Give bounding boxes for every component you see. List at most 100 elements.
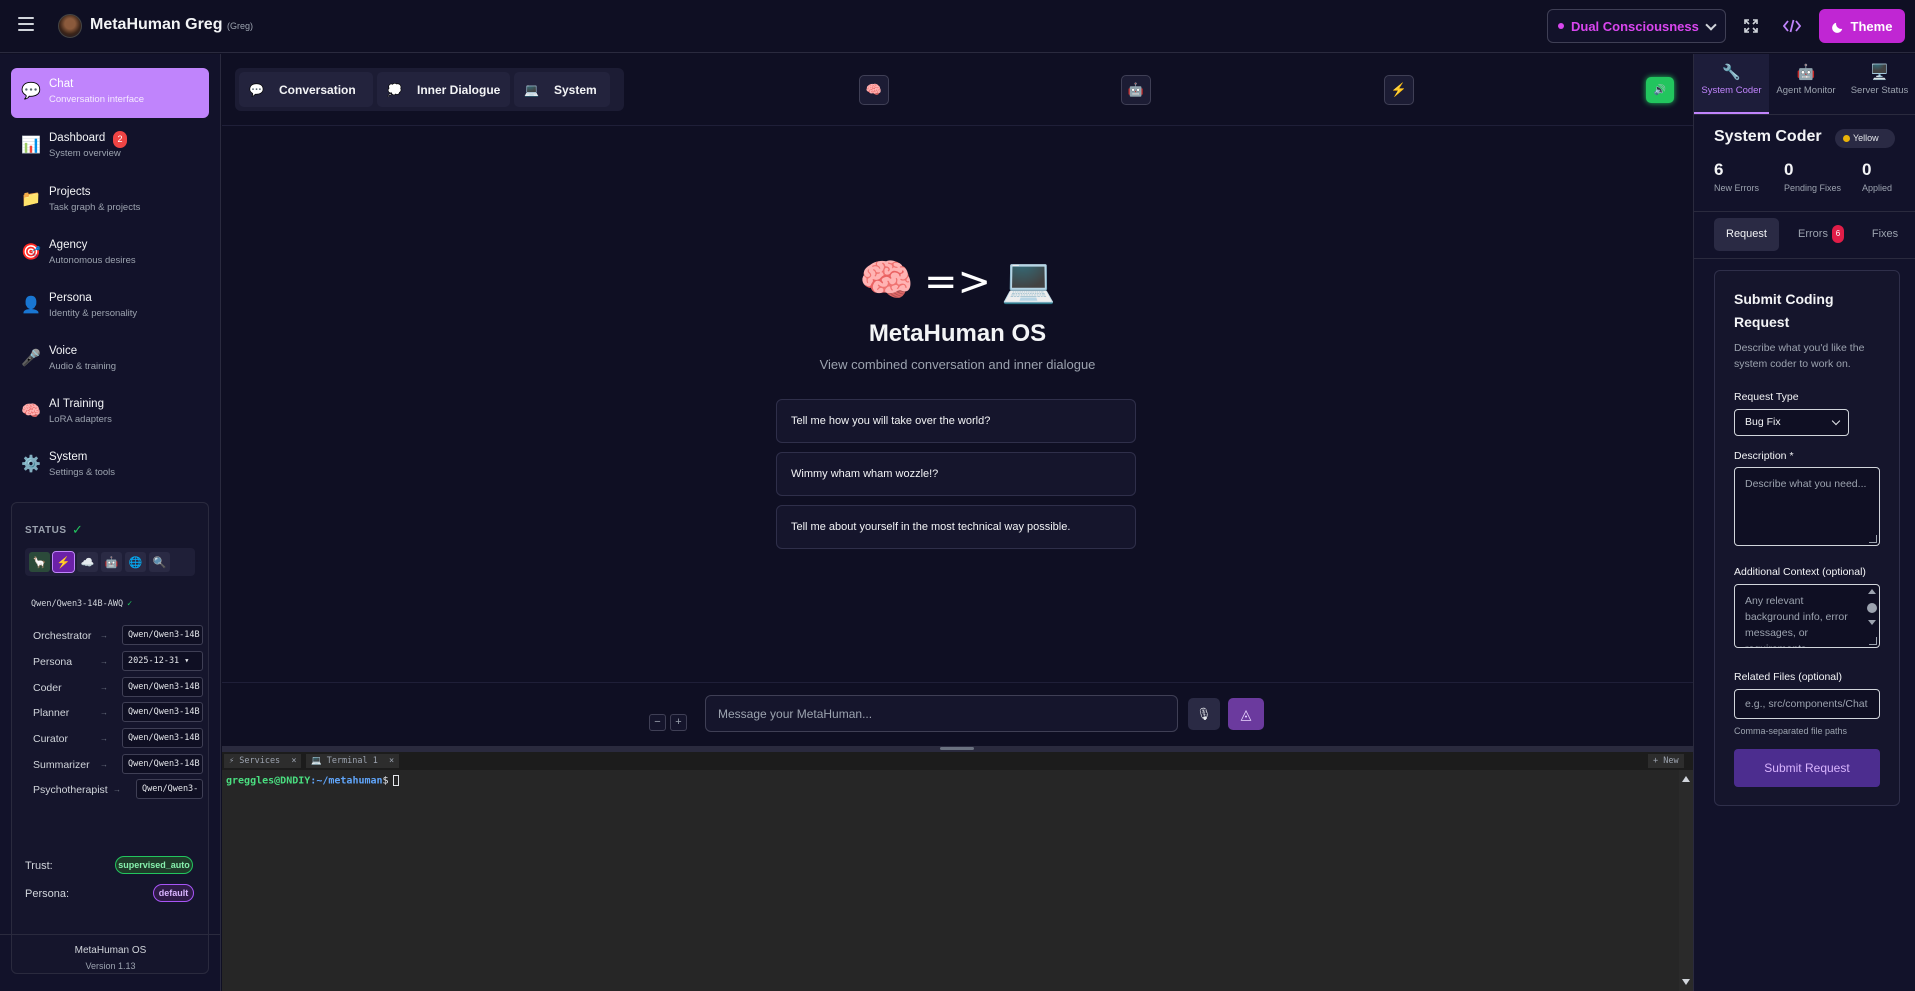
arrow-icon: →: [100, 760, 108, 769]
top-bar: MetaHuman Greg (Greg) Dual Consciousness…: [0, 0, 1915, 53]
scroll-up-icon[interactable]: [1682, 776, 1690, 782]
right-panel: 🔧 System Coder 🤖 Agent Monitor 🖥️ Server…: [1693, 54, 1915, 991]
fullscreen-icon[interactable]: [1739, 14, 1763, 38]
new-terminal-button[interactable]: + New: [1648, 754, 1684, 768]
sidebar-item-label: Projects: [49, 186, 91, 198]
resize-handle-icon[interactable]: [1869, 535, 1877, 543]
suggestion-button[interactable]: Tell me how you will take over the world…: [776, 399, 1136, 443]
suggestion-button[interactable]: Tell me about yourself in the most techn…: [776, 505, 1136, 549]
sidebar-item-projects[interactable]: 📁 Projects Task graph & projects: [11, 176, 209, 226]
sidebar-item-agency[interactable]: 🎯 Agency Autonomous desires: [11, 229, 209, 279]
sidebar-item-chat[interactable]: 💬 Chat Conversation interface: [11, 68, 209, 118]
scroll-thumb[interactable]: [1867, 603, 1877, 613]
terminal[interactable]: greggles@DNDIY:~/metahuman$: [222, 770, 1693, 991]
stat-applied: 0 Applied: [1862, 160, 1892, 193]
cloud-icon[interactable]: ☁️: [77, 552, 98, 572]
role-model-select[interactable]: Qwen/Qwen3-14B: [122, 677, 203, 697]
role-model-select[interactable]: Qwen/Qwen3-14B: [122, 728, 203, 748]
close-icon[interactable]: ×: [291, 756, 296, 766]
scroll-up-icon[interactable]: [1868, 589, 1876, 594]
robot-icon[interactable]: 🤖: [1121, 75, 1151, 105]
person-icon: 👤: [21, 297, 41, 314]
message-input[interactable]: [705, 695, 1178, 732]
sidebar-item-persona[interactable]: 👤 Persona Identity & personality: [11, 282, 209, 332]
terminal-path: :~/metahuman: [310, 775, 383, 787]
microphone-icon[interactable]: 🎙: [1188, 698, 1220, 730]
subtab-request[interactable]: Request: [1714, 218, 1779, 251]
files-input[interactable]: [1734, 689, 1880, 719]
context-scrollbar[interactable]: [1866, 587, 1877, 635]
form-title: Submit Coding Request: [1734, 291, 1834, 330]
lightning-icon[interactable]: ⚡: [1384, 75, 1414, 105]
scroll-down-icon[interactable]: [1682, 979, 1690, 985]
zoom-out-button[interactable]: −: [649, 714, 666, 731]
theme-button[interactable]: Theme: [1819, 9, 1905, 43]
divider: [1694, 114, 1915, 115]
code-icon[interactable]: [1780, 14, 1804, 38]
brain-icon[interactable]: 🧠: [859, 75, 889, 105]
llama-icon[interactable]: 🦙: [29, 552, 50, 572]
terminal-scrollbar[interactable]: [1679, 770, 1693, 991]
arrow-icon: →: [100, 708, 108, 717]
arrow-text: =>: [923, 259, 992, 305]
suggestion-button[interactable]: Wimmy wham wham wozzle!?: [776, 452, 1136, 496]
role-model-select[interactable]: Qwen/Qwen3-14B: [122, 625, 203, 645]
role-model-select[interactable]: Qwen/Qwen3-14B: [122, 702, 203, 722]
role-row-summarizer: Summarizer → Qwen/Qwen3-14B: [33, 754, 203, 776]
close-icon[interactable]: ×: [389, 756, 394, 766]
resize-handle-icon[interactable]: [1869, 637, 1877, 645]
role-label: Summarizer: [33, 759, 90, 771]
subtab-errors[interactable]: Errors 6: [1786, 218, 1856, 251]
tab-label: Inner Dialogue: [417, 82, 501, 97]
stat-new-errors: 6 New Errors: [1714, 160, 1759, 193]
trust-badge[interactable]: supervised_auto: [115, 856, 193, 874]
divider: [222, 125, 1693, 126]
context-field[interactable]: Any relevant background info, error mess…: [1734, 584, 1880, 648]
speaker-icon[interactable]: 🔊: [1646, 77, 1674, 103]
tab-inner-dialogue[interactable]: 💭 Inner Dialogue: [377, 72, 510, 107]
tab-server-status[interactable]: 🖥️ Server Status: [1843, 54, 1915, 114]
tab-agent-monitor[interactable]: 🤖 Agent Monitor: [1769, 54, 1843, 114]
submit-request-button[interactable]: Submit Request: [1734, 749, 1880, 787]
send-icon[interactable]: ◬: [1228, 698, 1264, 730]
stat-label: Pending Fixes: [1784, 183, 1842, 193]
terminal-tab-1[interactable]: 💻 Terminal 1 ×: [306, 754, 400, 768]
tab-conversation[interactable]: 💬 Conversation: [239, 72, 373, 107]
persona-badge[interactable]: default: [153, 884, 194, 902]
menu-icon[interactable]: [18, 17, 34, 31]
role-label: Planner: [33, 707, 70, 719]
sidebar-item-ai-training[interactable]: 🧠 AI Training LoRA adapters: [11, 388, 209, 438]
robot-icon[interactable]: 🤖: [101, 552, 122, 572]
search-icon[interactable]: 🔍: [149, 552, 170, 572]
sidebar-item-label: AI Training: [49, 398, 104, 410]
scroll-down-icon[interactable]: [1868, 620, 1876, 625]
request-type-select[interactable]: Bug Fix: [1734, 409, 1849, 436]
files-hint: Comma-separated file paths: [1734, 726, 1848, 736]
folder-icon: 📁: [21, 191, 41, 208]
avatar: [58, 14, 82, 38]
role-model-select[interactable]: 2025-12-31 ▾: [122, 651, 203, 671]
sidebar-item-system[interactable]: ⚙️ System Settings & tools: [11, 441, 209, 491]
subtab-fixes[interactable]: Fixes: [1864, 218, 1906, 251]
sidebar-item-sub: Audio & training: [49, 361, 117, 372]
role-model-select[interactable]: Qwen/Qwen3-14B: [122, 754, 203, 774]
sidebar-item-label: Dashboard: [49, 132, 106, 144]
context-placeholder: Any relevant background info, error mess…: [1745, 595, 1848, 647]
tab-system-coder[interactable]: 🔧 System Coder: [1694, 54, 1769, 114]
globe-icon[interactable]: 🌐: [125, 552, 146, 572]
sidebar-item-sub: Identity & personality: [49, 308, 138, 319]
consciousness-mode-select[interactable]: Dual Consciousness: [1547, 9, 1726, 43]
grip-icon: [940, 747, 974, 750]
sidebar-item-dashboard[interactable]: 📊 Dashboard 2 System overview: [11, 122, 209, 172]
tab-system[interactable]: 💻 System: [514, 72, 610, 107]
terminal-tab-services[interactable]: ⚡ Services ×: [224, 754, 302, 768]
lightning-icon[interactable]: ⚡: [52, 551, 75, 573]
zoom-in-button[interactable]: +: [670, 714, 687, 731]
sidebar-item-sub: LoRA adapters: [49, 414, 112, 425]
moon-icon: [1831, 22, 1842, 33]
sidebar-item-voice[interactable]: 🎤 Voice Audio & training: [11, 335, 209, 385]
sidebar-item-label: Agency: [49, 239, 88, 251]
description-field[interactable]: Describe what you need...: [1734, 467, 1880, 546]
hero-title: MetaHuman OS: [868, 320, 1047, 347]
role-model-select[interactable]: Qwen/Qwen3-: [136, 779, 203, 799]
